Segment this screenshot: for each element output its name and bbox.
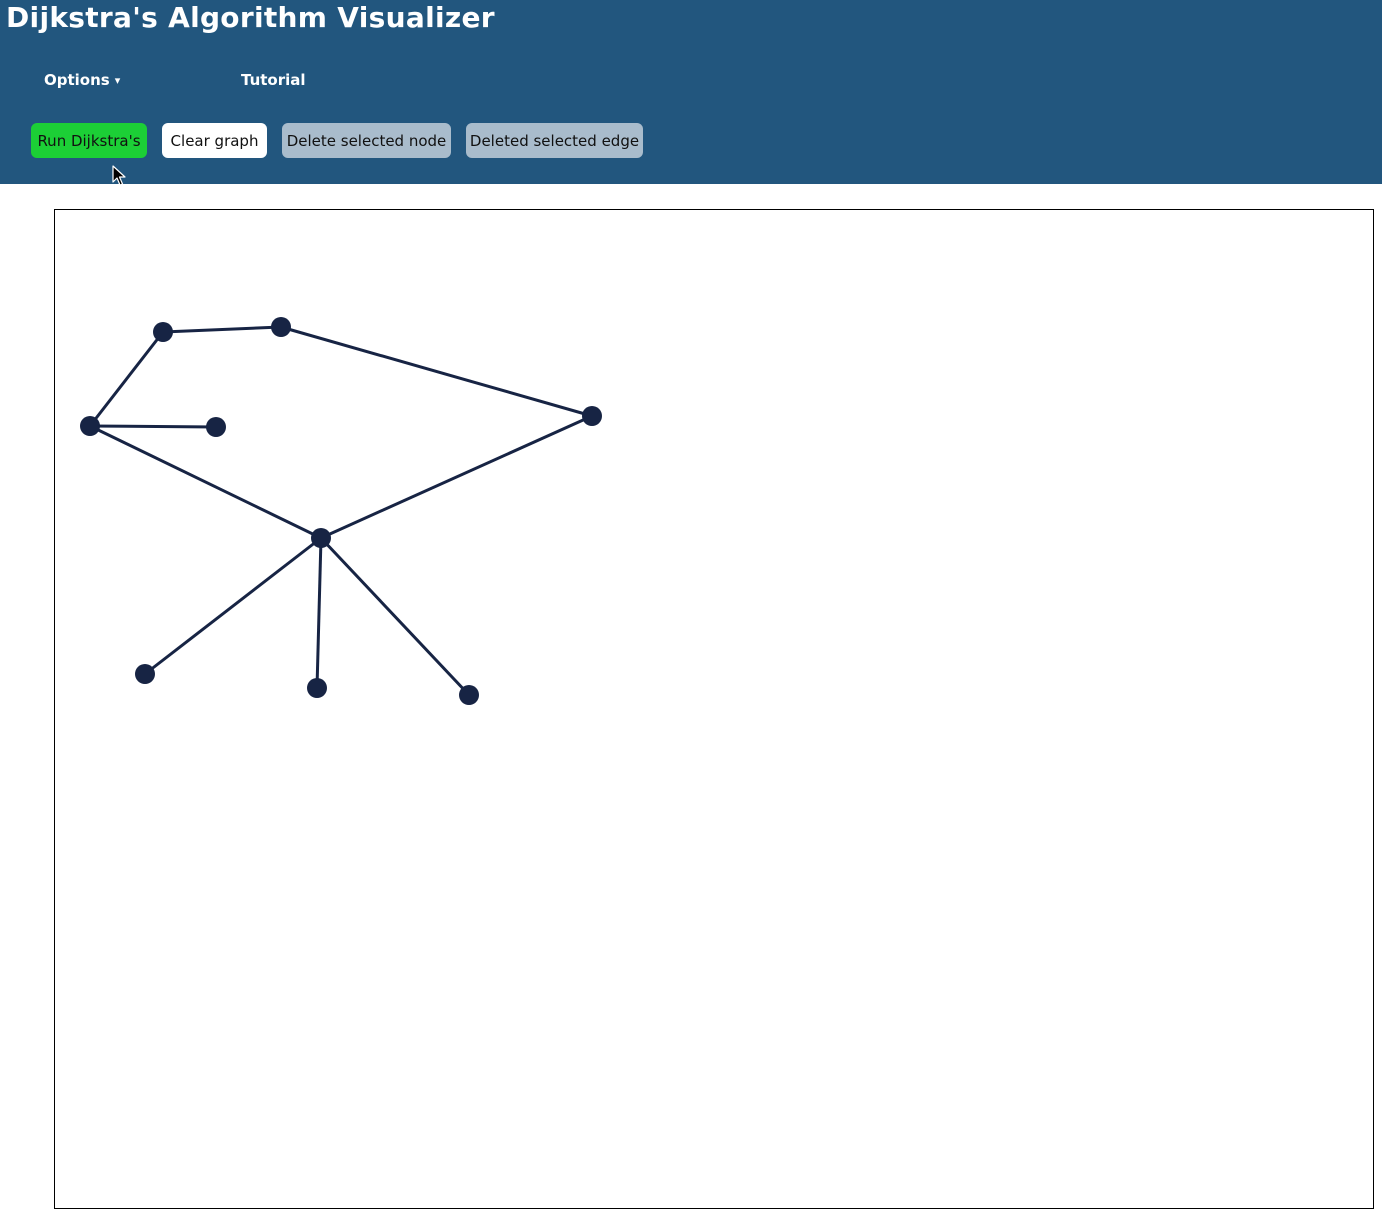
graph-node[interactable] xyxy=(582,406,602,426)
graph-edge[interactable] xyxy=(320,414,593,540)
graph-node[interactable] xyxy=(311,528,331,548)
chevron-down-icon: ▾ xyxy=(114,74,121,87)
graph-node[interactable] xyxy=(307,678,327,698)
app-header: Dijkstra's Algorithm Visualizer Options ▾… xyxy=(0,0,1382,184)
graph-canvas[interactable] xyxy=(54,209,1374,1209)
graph-node[interactable] xyxy=(80,416,100,436)
clear-graph-button[interactable]: Clear graph xyxy=(162,123,267,158)
delete-edge-button[interactable]: Deleted selected edge xyxy=(466,123,643,158)
mouse-pointer-icon xyxy=(112,165,126,186)
graph-edge[interactable] xyxy=(319,536,471,697)
tutorial-link[interactable]: Tutorial xyxy=(241,70,306,90)
graph-node[interactable] xyxy=(153,322,173,342)
nodes-layer xyxy=(80,317,602,705)
graph-node[interactable] xyxy=(206,417,226,437)
run-dijkstra-button[interactable]: Run Dijkstra's xyxy=(31,123,147,158)
delete-node-button[interactable]: Delete selected node xyxy=(282,123,451,158)
graph-node[interactable] xyxy=(271,317,291,337)
graph-edge[interactable] xyxy=(89,424,322,540)
options-menu[interactable]: Options ▾ xyxy=(44,70,120,91)
graph-edge[interactable] xyxy=(144,536,322,676)
graph-edge[interactable] xyxy=(315,537,323,689)
graph-svg[interactable] xyxy=(55,210,1373,1208)
graph-node[interactable] xyxy=(459,685,479,705)
graph-edge[interactable] xyxy=(162,325,282,334)
app-title: Dijkstra's Algorithm Visualizer xyxy=(6,1,495,34)
edges-layer xyxy=(88,325,593,697)
options-label: Options xyxy=(44,71,110,89)
graph-node[interactable] xyxy=(135,664,155,684)
graph-edge[interactable] xyxy=(89,424,217,429)
graph-edge[interactable] xyxy=(88,331,165,427)
graph-edge[interactable] xyxy=(280,325,593,418)
